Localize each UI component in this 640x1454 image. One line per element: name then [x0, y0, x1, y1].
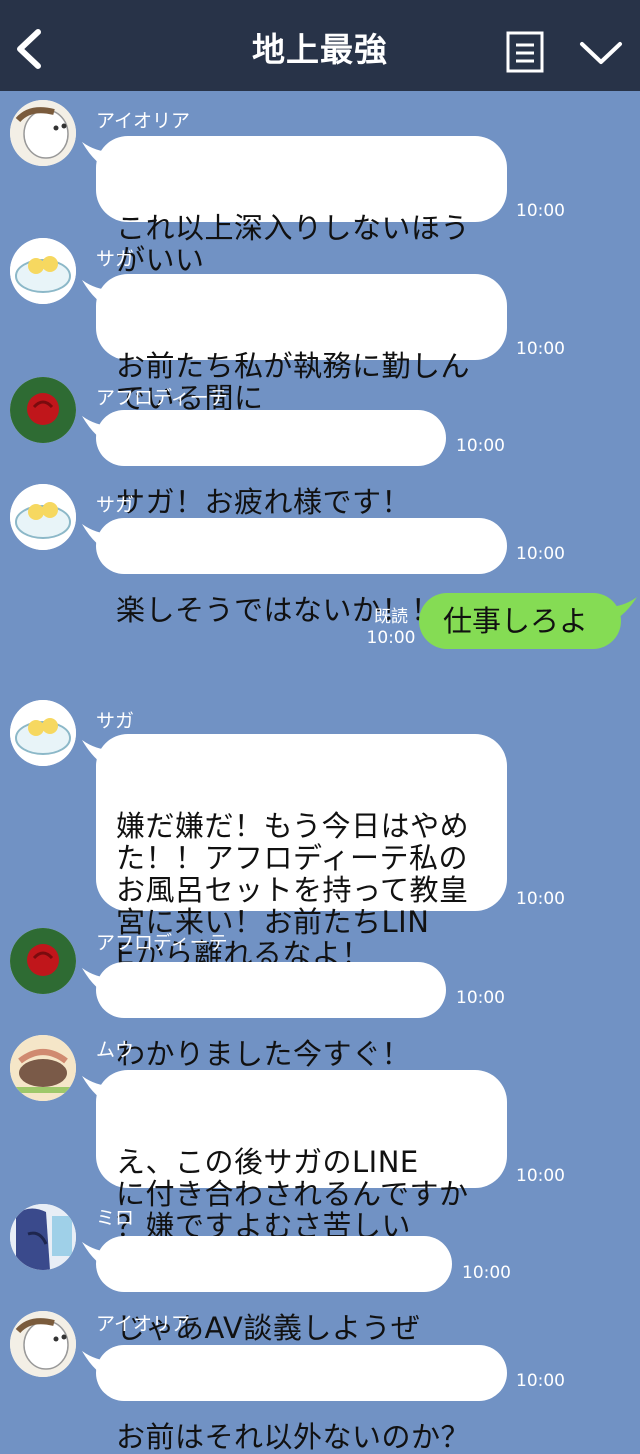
sender-name: アイオリア — [96, 1313, 191, 1335]
avatar-milo[interactable] — [10, 1204, 76, 1270]
sender-name: アフロディーテ — [96, 932, 228, 954]
message-bubble[interactable]: じゃあAV談義しようぜ — [82, 1236, 452, 1344]
message-text: 仕事しろよ — [443, 604, 589, 638]
chat-title: 地上最強 — [252, 30, 388, 69]
message-time: 10:00 — [456, 436, 505, 456]
avatar-aphrodite[interactable] — [10, 377, 76, 443]
message-bubble[interactable]: わかりました今すぐ！ — [82, 962, 446, 1070]
read-label: 既読 — [374, 607, 408, 627]
message-time: 10:00 — [456, 988, 505, 1008]
read-status: 既読 10:00 — [364, 607, 418, 649]
avatar-saga[interactable] — [10, 484, 76, 550]
notes-icon[interactable] — [506, 31, 544, 73]
message-text: サガ！お疲れ様です！ — [116, 485, 412, 519]
message-bubble[interactable]: サガ！お疲れ様です！ — [82, 410, 446, 518]
sender-name: サガ — [96, 248, 135, 270]
message-time: 10:00 — [516, 544, 565, 564]
avatar-aphrodite[interactable] — [10, 928, 76, 994]
message-text: お前はそれ以外ないのか？ — [116, 1420, 471, 1454]
avatar-saga[interactable] — [10, 700, 76, 766]
sender-name: ミロ — [96, 1207, 135, 1229]
message-time: 10:00 — [516, 889, 565, 909]
message-text: これ以上深入りしないほう がいい — [116, 211, 471, 277]
sender-name: サガ — [96, 710, 135, 732]
sender-name: アフロディーテ — [96, 387, 228, 409]
message-text: え、この後サガのLINE に付き合わされるんですか ？嫌ですよむさ苦しい — [116, 1145, 469, 1243]
sender-name: ムウ — [96, 1039, 135, 1061]
message-bubble[interactable]: これ以上深入りしないほう がいい — [82, 136, 507, 276]
message-bubble[interactable]: お前たち私が執務に勤しん でいる間に — [82, 274, 507, 414]
avatar-mu[interactable] — [10, 1035, 76, 1101]
chat-area[interactable]: アイオリア これ以上深入りしないほう がいい 10:00 サガ お前たち私が執務… — [0, 91, 640, 1453]
message-text: わかりました今すぐ！ — [116, 1037, 412, 1071]
sender-name: アイオリア — [96, 110, 191, 132]
my-message-bubble[interactable]: 仕事しろよ — [419, 593, 637, 649]
message-bubble[interactable]: 楽しそうではないか！！！ — [82, 518, 507, 626]
message-time: 10:00 — [366, 628, 416, 648]
avatar-aiolia[interactable] — [10, 1311, 76, 1377]
message-bubble[interactable]: お前はそれ以外ないのか？ — [82, 1345, 507, 1453]
message-time: 10:00 — [516, 1371, 565, 1391]
chat-header: 地上最強 — [0, 0, 640, 91]
chevron-left-icon[interactable] — [14, 28, 44, 70]
avatar-aiolia[interactable] — [10, 100, 76, 166]
message-time: 10:00 — [462, 1263, 511, 1283]
message-bubble[interactable]: え、この後サガのLINE に付き合わされるんですか ？嫌ですよむさ苦しい — [82, 1070, 507, 1242]
chevron-down-icon[interactable] — [578, 38, 624, 68]
message-time: 10:00 — [516, 1166, 565, 1186]
sender-name: サガ — [96, 494, 135, 516]
avatar-saga[interactable] — [10, 238, 76, 304]
message-time: 10:00 — [516, 201, 565, 221]
message-time: 10:00 — [516, 339, 565, 359]
message-bubble[interactable]: 嫌だ嫌だ！もう今日はやめ た！！アフロディーテ私の お風呂セットを持って教皇 宮… — [82, 734, 507, 970]
